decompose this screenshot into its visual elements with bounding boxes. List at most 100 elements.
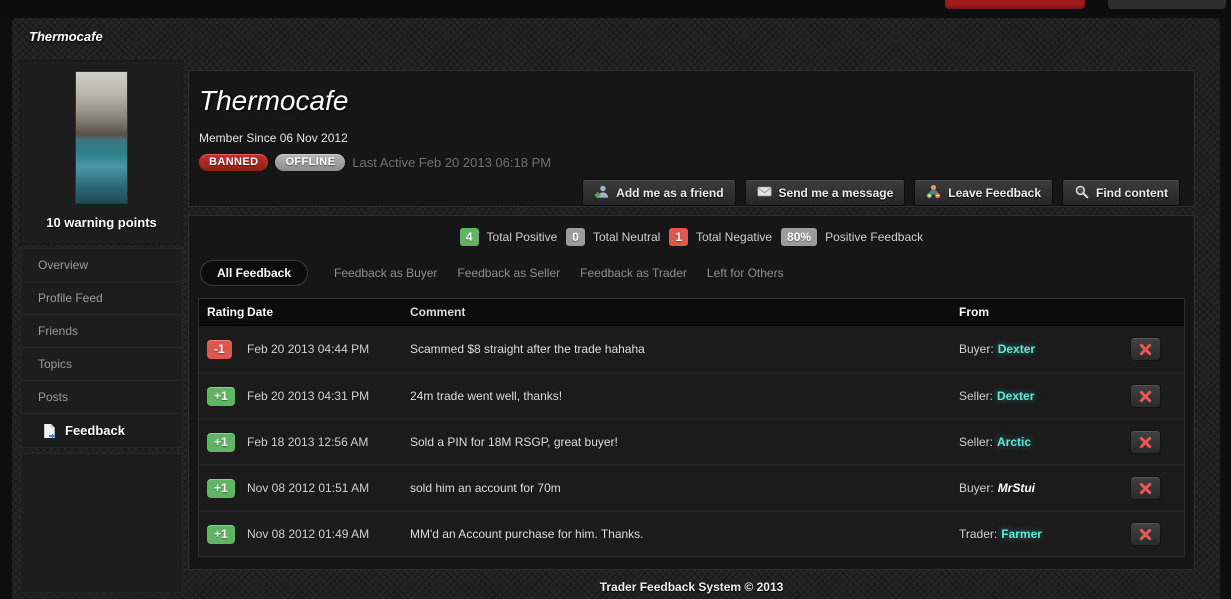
delete-feedback-button[interactable] [1130,384,1161,408]
main-column: Thermocafe Member Since 06 Nov 2012 BANN… [188,56,1195,594]
rating-badge: +1 [207,432,235,452]
summary-count-badge: 80% [781,228,818,246]
header-from: From [959,305,989,319]
summary-label: Total Neutral [592,230,661,244]
from-role-label: Buyer: [959,342,994,356]
breadcrumb-username[interactable]: Thermocafe [29,29,103,44]
find-content-icon [1074,184,1089,202]
sidebar-item-friends[interactable]: Friends [21,315,182,348]
leave-feedback-icon [926,184,941,202]
header-comment: Comment [410,305,466,319]
x-icon [1139,528,1152,540]
feedback-comment: sold him an account for 70m [410,481,561,495]
avatar-box: 10 warning points [20,60,183,245]
sidebar: 10 warning points Overview Profile Feed … [20,60,183,594]
find-content-button[interactable]: Find content [1062,179,1180,206]
action-label: Add me as a friend [616,185,724,200]
from-role-label: Buyer: [959,481,994,495]
add-me-as-a-friend-button[interactable]: Add me as a friend [582,179,736,206]
feedback-comment: 24m trade went well, thanks! [410,389,563,403]
sidebar-item-label: Overview [38,258,89,272]
avatar-image[interactable] [75,71,128,204]
from-username-link[interactable]: Dexter [998,342,1035,356]
last-active-label: Last Active Feb 20 2013 06:18 PM [352,155,552,170]
send-me-a-message-button[interactable]: Send me a message [744,179,906,206]
tab-left-for-others[interactable]: Left for Others [707,266,784,280]
sidebar-item-label: Friends [38,324,79,338]
banned-badge: BANNED [199,154,269,171]
feedback-comment: MM'd an Account purchase for him. Thanks… [410,527,644,541]
sidebar-item-label: Topics [38,357,73,371]
delete-feedback-button[interactable] [1130,430,1161,454]
summary-count-badge: 0 [566,228,585,246]
feedback-panel: 4 Total Positive 0 Total Neutral 1 Total… [188,215,1195,570]
summary-label: Positive Feedback [825,230,924,244]
summary-item: 0 Total Neutral [566,228,660,246]
sidebar-item-posts[interactable]: Posts [21,381,182,414]
x-icon [1139,343,1152,355]
content-area: 10 warning points Overview Profile Feed … [12,56,1220,594]
topbar-dark-button[interactable] [1108,0,1226,9]
delete-feedback-button[interactable] [1130,476,1161,500]
sidebar-item-label: Posts [38,390,69,404]
feedback-table-row: +1 Feb 18 2013 12:56 AM Sold a PIN for 1… [199,418,1184,464]
feedback-from: Buyer: Dexter [959,342,1118,356]
x-icon [1139,482,1152,494]
tab-feedback-as-seller[interactable]: Feedback as Seller [457,266,560,280]
action-label: Find content [1096,185,1168,200]
feedback-table-row: +1 Feb 20 2013 04:31 PM 24m trade went w… [199,372,1184,418]
tab-feedback-as-trader[interactable]: Feedback as Trader [580,266,687,280]
leave-feedback-button[interactable]: Leave Feedback [914,179,1053,206]
action-label: Send me a message [778,185,894,200]
summary-count-badge: 4 [459,228,479,246]
summary-label: Total Negative [696,230,773,244]
warning-points-label: 10 warning points [46,215,157,230]
feedback-summary: 4 Total Positive 0 Total Neutral 1 Total… [198,224,1185,254]
rating-badge: +1 [207,386,235,406]
feedback-date: Feb 18 2013 12:56 AM [247,435,369,449]
from-username-link[interactable]: Dexter [997,389,1034,403]
profile-username: Thermocafe [199,85,349,116]
feedback-comment: Scammed $8 straight after the trade haha… [410,342,645,356]
feedback-date: Nov 08 2012 01:51 AM [247,481,370,495]
x-icon [1139,436,1152,448]
rating-badge: +1 [207,524,235,544]
feedback-table: Rating Date Comment From -1 Feb 20 2013 … [198,298,1185,557]
sidebar-item-topics[interactable]: Topics [21,348,182,381]
sidebar-item-feedback[interactable]: Feedback [21,414,182,447]
sidebar-item-overview[interactable]: Overview [21,249,182,282]
from-role-label: Seller: [959,435,994,449]
feedback-from: Seller: Dexter [959,389,1118,403]
sidebar-item-profile-feed[interactable]: Profile Feed [21,282,182,315]
summary-item: 80% Positive Feedback [781,228,923,246]
feedback-comment: Sold a PIN for 18M RSGP, great buyer! [410,435,618,449]
sidebar-item-label: Feedback [65,422,125,438]
tab-all-feedback[interactable]: All Feedback [200,260,309,286]
profile-actions: Add me as a friend Send me a message Lea… [199,179,1180,206]
summary-label: Total Positive [486,230,558,244]
delete-feedback-button[interactable] [1130,337,1161,361]
from-username-link[interactable]: Farmer [1001,527,1042,541]
feedback-table-body: -1 Feb 20 2013 04:44 PM Scammed $8 strai… [199,326,1184,556]
profile-header-panel: Thermocafe Member Since 06 Nov 2012 BANN… [188,70,1195,207]
sidebar-item-label: Profile Feed [38,291,103,305]
feedback-table-row: +1 Nov 08 2012 01:51 AM sold him an acco… [199,464,1184,510]
feedback-from: Trader: Farmer [959,527,1118,541]
top-bar [0,0,1231,18]
from-username-link[interactable]: Arctic [997,435,1031,449]
member-since-label: Member Since 06 Nov 2012 [199,131,348,145]
footer-text: Trader Feedback System © 2013 [599,580,784,594]
summary-item: 1 Total Negative [669,228,772,246]
sidebar-nav: Overview Profile Feed Friends Topics Pos… [20,248,183,448]
topbar-red-button[interactable] [945,0,1085,9]
summary-item: 4 Total Positive [459,228,558,246]
from-username-link[interactable]: MrStui [998,481,1035,495]
delete-feedback-button[interactable] [1130,522,1161,546]
offline-badge: OFFLINE [275,154,346,171]
tab-feedback-as-buyer[interactable]: Feedback as Buyer [334,266,437,280]
feedback-table-header: Rating Date Comment From [199,299,1184,326]
feedback-date: Feb 20 2013 04:44 PM [247,342,370,356]
feedback-date: Feb 20 2013 04:31 PM [247,389,370,403]
feedback-date: Nov 08 2012 01:49 AM [247,527,370,541]
action-label: Leave Feedback [948,185,1041,200]
